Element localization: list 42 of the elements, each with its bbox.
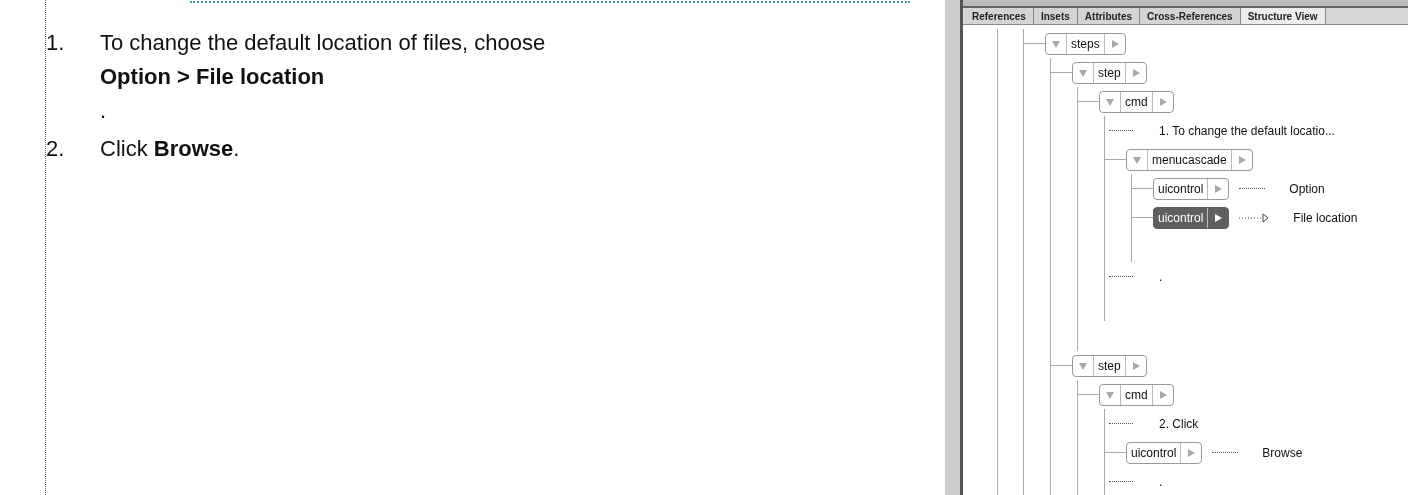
element-node[interactable]: cmd (1099, 383, 1174, 406)
element-node[interactable]: uicontrol (1126, 441, 1203, 464)
play-icon[interactable] (1213, 212, 1224, 223)
panel-tab[interactable]: Cross-References (1140, 8, 1241, 24)
collapse-icon[interactable] (1105, 389, 1115, 400)
collapse-icon[interactable] (1051, 38, 1061, 49)
node-content: Option (1289, 181, 1325, 196)
node-content: Browse (1262, 445, 1303, 460)
element-node[interactable]: uicontrol (1153, 177, 1230, 200)
node-text: 1. To change the default locatio... (1159, 123, 1335, 138)
collapse-icon[interactable] (1132, 154, 1142, 165)
collapse-icon[interactable] (1078, 67, 1088, 78)
panel-tab[interactable]: Insets (1033, 8, 1078, 24)
paragraph-text: Click Browse. (100, 135, 240, 163)
node-text: . (1159, 474, 1163, 489)
leader-arrow (1239, 212, 1270, 223)
element-node[interactable]: step (1072, 354, 1147, 377)
element-node[interactable]: steps (1045, 32, 1126, 55)
collapse-icon[interactable] (1105, 96, 1115, 107)
splitter-bar[interactable] (945, 0, 963, 495)
node-content: File location (1293, 210, 1358, 225)
list-number: 2. (46, 135, 66, 163)
leader-line (1239, 188, 1266, 189)
element-node[interactable]: step (1072, 61, 1147, 84)
leader-line (1109, 276, 1133, 277)
panel-tab[interactable]: Attributes (1077, 8, 1141, 24)
leader-line (1109, 481, 1133, 482)
element-node[interactable]: menucascade (1126, 148, 1253, 171)
element-node[interactable]: cmd (1099, 90, 1174, 113)
node-text: . (1159, 269, 1163, 284)
element-node[interactable]: uicontrol (1153, 206, 1230, 229)
paragraph-text: . (100, 97, 108, 125)
leader-line (1109, 423, 1133, 424)
panel-tab[interactable]: References (965, 8, 1034, 24)
paragraph-text: To change the default location of files, choose (100, 29, 546, 57)
paragraph-text: Option > File location (100, 63, 326, 91)
node-text: 2. Click (1159, 416, 1199, 431)
collapse-icon[interactable] (1078, 360, 1088, 371)
leader-line (1109, 130, 1133, 131)
panel-tab[interactable]: Structure View (1240, 8, 1326, 24)
leader-line (1212, 452, 1239, 453)
list-number: 1. (46, 29, 66, 57)
